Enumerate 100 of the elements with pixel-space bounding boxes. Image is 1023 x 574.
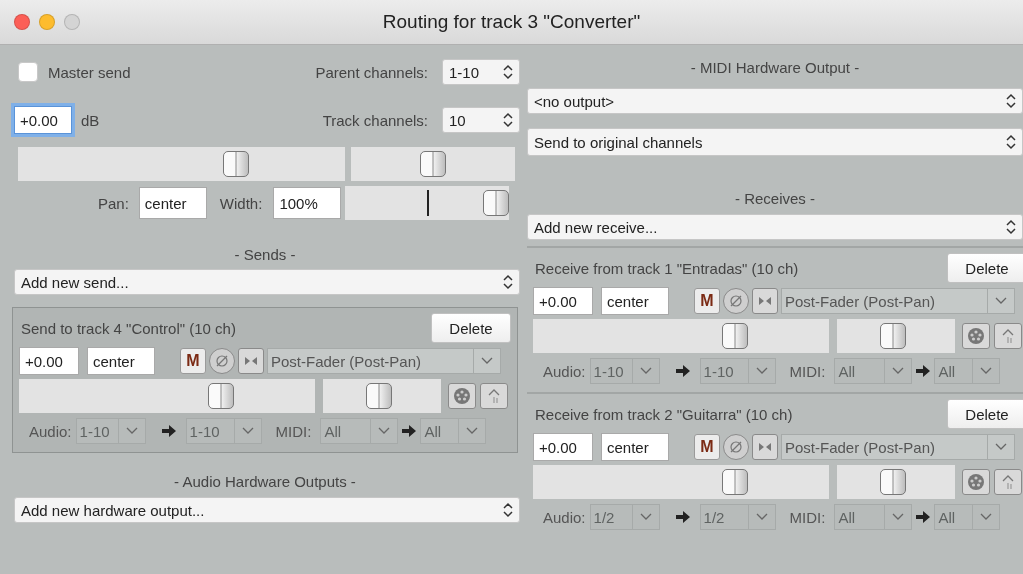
- master-send-label: Master send: [48, 63, 131, 81]
- slider-thumb[interactable]: [880, 469, 907, 495]
- slider-thumb[interactable]: [722, 323, 748, 349]
- slider-thumb[interactable]: [420, 151, 446, 177]
- midi-port-icon: [967, 327, 985, 345]
- track-channels-label: Track channels:: [322, 111, 428, 129]
- midi-port-icon: [967, 473, 985, 491]
- add-hardware-output-select[interactable]: Add new hardware output...: [14, 497, 520, 523]
- minimize-button[interactable]: [39, 14, 55, 30]
- midi-port-icon: [453, 387, 471, 405]
- slider-thumb[interactable]: [222, 151, 249, 177]
- slider-thumb[interactable]: [722, 469, 748, 495]
- delete-button[interactable]: Delete: [431, 313, 511, 343]
- slider-thumb[interactable]: [366, 383, 393, 409]
- phase-button[interactable]: [723, 288, 749, 314]
- midi-button[interactable]: [962, 469, 990, 495]
- arrow-right-icon: [675, 365, 690, 377]
- slider-thumb[interactable]: [208, 383, 234, 409]
- chevron-down-icon: [481, 357, 493, 365]
- chevron-down-icon: [466, 427, 479, 435]
- phase-icon: [729, 440, 743, 454]
- up-down-icon: [1006, 93, 1016, 109]
- volume-field[interactable]: +0.00: [533, 287, 593, 315]
- chevron-down-icon: [892, 367, 905, 375]
- up-down-icon: [1006, 219, 1016, 235]
- volume-field[interactable]: +0.00: [14, 106, 72, 134]
- delete-button[interactable]: Delete: [947, 253, 1023, 283]
- mono-button[interactable]: [752, 288, 778, 314]
- envelope-button[interactable]: [994, 323, 1022, 349]
- add-receive-select[interactable]: Add new receive...: [527, 214, 1023, 240]
- checkbox[interactable]: [18, 62, 38, 82]
- midi-label: MIDI:: [275, 422, 312, 440]
- chevron-down-icon: [125, 427, 138, 435]
- slider-track[interactable]: [837, 465, 955, 499]
- slider-track[interactable]: [19, 379, 315, 413]
- close-button[interactable]: [14, 14, 30, 30]
- mute-button[interactable]: M: [694, 288, 720, 314]
- width-label: Width:: [219, 194, 263, 212]
- send-mode-select[interactable]: Post-Fader (Post-Pan): [267, 348, 501, 374]
- envelope-button[interactable]: [994, 469, 1022, 495]
- bowtie-icon: [758, 442, 772, 452]
- send-mode-select[interactable]: Post-Fader (Post-Pan): [781, 434, 1015, 460]
- receives-heading: - Receives -: [734, 190, 816, 209]
- bowtie-icon: [244, 356, 258, 366]
- caret-up-icon: [487, 388, 501, 404]
- mono-button[interactable]: [238, 348, 264, 374]
- bowtie-icon: [758, 296, 772, 306]
- volume-field[interactable]: +0.00: [533, 433, 593, 461]
- mute-button[interactable]: M: [694, 434, 720, 460]
- parent-channels-select[interactable]: 1-10: [442, 59, 520, 85]
- up-down-icon: [503, 274, 513, 290]
- add-send-select[interactable]: Add new send...: [14, 269, 520, 295]
- chevron-down-icon: [980, 367, 993, 375]
- phase-icon: [215, 354, 229, 368]
- slider-thumb[interactable]: [483, 190, 510, 216]
- sends-heading: - Sends -: [233, 246, 297, 265]
- phase-button[interactable]: [723, 434, 749, 460]
- volume-field[interactable]: +0.00: [19, 347, 79, 375]
- chevron-down-icon: [639, 513, 652, 521]
- up-down-icon: [503, 502, 513, 518]
- pan-field[interactable]: center: [138, 187, 207, 219]
- slider-track[interactable]: [345, 186, 510, 220]
- center-mark: [427, 190, 430, 216]
- chevron-down-icon: [980, 513, 993, 521]
- midi-button[interactable]: [962, 323, 990, 349]
- mono-button[interactable]: [752, 434, 778, 460]
- db-label: dB: [81, 111, 100, 129]
- chevron-down-icon: [995, 443, 1007, 451]
- caret-up-icon: [1001, 474, 1015, 490]
- slider-track[interactable]: [533, 465, 829, 499]
- slider-track[interactable]: [323, 379, 441, 413]
- slider-track[interactable]: [351, 147, 515, 181]
- pan-field[interactable]: center: [601, 433, 669, 461]
- audio-label: Audio:: [29, 422, 72, 440]
- mute-button[interactable]: M: [180, 348, 206, 374]
- delete-button[interactable]: Delete: [947, 399, 1023, 429]
- midi-output-select[interactable]: <no output>: [527, 88, 1023, 114]
- parent-channels-label: Parent channels:: [315, 63, 428, 81]
- pan-field[interactable]: center: [87, 347, 155, 375]
- midi-label: MIDI:: [789, 362, 826, 380]
- midi-output-heading: - MIDI Hardware Output -: [689, 59, 861, 78]
- hardware-outputs-heading: - Audio Hardware Outputs -: [173, 473, 357, 492]
- midi-label: MIDI:: [789, 508, 826, 526]
- chevron-down-icon: [755, 513, 768, 521]
- send-mode-select[interactable]: Post-Fader (Post-Pan): [781, 288, 1015, 314]
- chevron-down-icon: [241, 427, 254, 435]
- phase-button[interactable]: [209, 348, 235, 374]
- midi-channels-select[interactable]: Send to original channels: [527, 128, 1023, 156]
- midi-button[interactable]: [448, 383, 476, 409]
- slider-track[interactable]: [533, 319, 829, 353]
- route-title: Receive from track 1 "Entradas" (10 ch): [535, 259, 799, 277]
- pan-label: Pan:: [98, 194, 129, 212]
- width-field[interactable]: 100%: [273, 187, 342, 219]
- track-channels-select[interactable]: 10: [442, 107, 520, 133]
- route-title: Receive from track 2 "Guitarra" (10 ch): [535, 405, 793, 423]
- slider-track[interactable]: [18, 147, 345, 181]
- envelope-button[interactable]: [480, 383, 508, 409]
- pan-field[interactable]: center: [601, 287, 669, 315]
- slider-thumb[interactable]: [880, 323, 907, 349]
- slider-track[interactable]: [837, 319, 955, 353]
